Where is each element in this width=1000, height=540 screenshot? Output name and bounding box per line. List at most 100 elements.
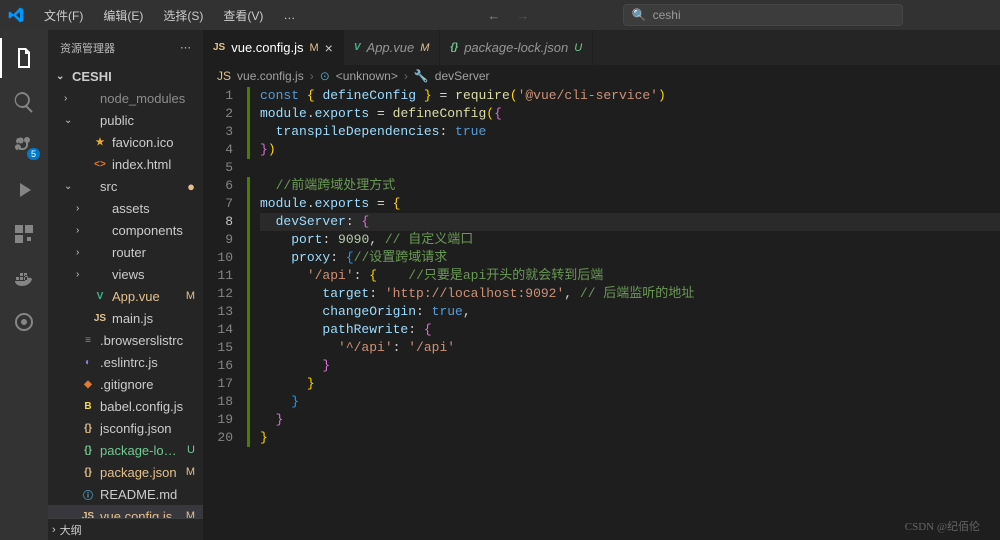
scm-badge: 5 [27,148,40,160]
sidebar-header: 资源管理器 ⋯ [48,30,203,65]
file-icon: ≡ [80,335,96,346]
file-item[interactable]: {}jsconfig.json [48,417,203,439]
workspace-root[interactable]: ⌄ CESHI [48,65,203,87]
chevron-right-icon: › [404,69,408,83]
breadcrumb[interactable]: JS vue.config.js › ⊙ <unknown> › 🔧 devSe… [203,65,1000,87]
file-icon: JS [92,313,108,324]
chevron-down-icon: ⌄ [56,71,68,82]
file-tree: ›node_modules⌄public★favicon.ico<>index.… [48,87,203,518]
chevron-icon: ⌄ [64,181,76,192]
js-file-icon: JS [217,69,231,83]
activity-copilot[interactable] [0,302,48,342]
editor-tab[interactable]: JS vue.config.js M × [203,30,344,65]
file-item[interactable]: ◆.gitignore [48,373,203,395]
modified-dot-icon: ● [187,179,203,194]
vscode-logo-icon [8,7,24,23]
copilot-icon [12,310,36,334]
docker-icon [12,266,36,290]
file-item[interactable]: JSvue.config.jsM [48,505,203,518]
menu-edit[interactable]: 编辑(E) [95,3,151,28]
file-item[interactable]: Bbabel.config.js [48,395,203,417]
activity-bar: 5 [0,30,48,540]
command-center[interactable]: 🔍 ceshi [623,4,903,26]
git-status: M [186,466,203,478]
search-icon: 🔍 [632,8,647,22]
file-item[interactable]: ⓘREADME.md [48,483,203,505]
editor: JS vue.config.js M ×V App.vue M {} packa… [203,30,1000,540]
file-type-icon: V [354,42,361,53]
file-icon: <> [92,159,108,170]
activity-scm[interactable]: 5 [0,126,48,166]
file-item[interactable]: {}package-lock.jsonU [48,439,203,461]
activity-docker[interactable] [0,258,48,298]
chevron-icon: › [64,93,76,104]
titlebar: 文件(F) 编辑(E) 选择(S) 查看(V) … ← → 🔍 ceshi [0,0,1000,30]
nav-back-icon[interactable]: ← [487,8,500,23]
menu-view[interactable]: 查看(V) [215,3,271,28]
search-icon [12,90,36,114]
activity-debug[interactable] [0,170,48,210]
editor-tab[interactable]: V App.vue M [344,30,441,65]
git-status: M [186,510,203,518]
code-content[interactable]: const { defineConfig } = require('@vue/c… [250,87,1000,540]
file-icon: ★ [92,137,108,148]
chevron-icon: › [76,203,88,214]
folder-item[interactable]: ⌄src● [48,175,203,197]
folder-item[interactable]: ›assets [48,197,203,219]
sidebar: 资源管理器 ⋯ ⌄ CESHI ›node_modules⌄public★fav… [48,30,203,540]
activity-explorer[interactable] [0,38,48,78]
file-type-icon: JS [213,42,225,53]
file-item[interactable]: ◐.eslintrc.js [48,351,203,373]
git-status: U [574,42,582,54]
git-status: M [186,290,203,302]
symbol-icon: ⊙ [320,69,330,83]
file-item[interactable]: JSmain.js [48,307,203,329]
editor-tabs: JS vue.config.js M ×V App.vue M {} packa… [203,30,1000,65]
outline-section[interactable]: › 大纲 [48,518,203,540]
file-item[interactable]: ≡.browserslistrc [48,329,203,351]
close-icon[interactable]: × [325,40,333,56]
chevron-icon: › [76,225,88,236]
file-icon: ⓘ [80,487,96,502]
search-text: ceshi [653,8,681,22]
menu-select[interactable]: 选择(S) [155,3,211,28]
watermark: CSDN @纪佰伦 [905,518,980,534]
folder-item[interactable]: ›node_modules [48,87,203,109]
file-icon: ◐ [80,357,96,368]
git-status: U [187,444,203,456]
line-numbers: 1234567891011121314151617181920 [203,87,247,540]
file-item[interactable]: ★favicon.ico [48,131,203,153]
code-editor[interactable]: 1234567891011121314151617181920 const { … [203,87,1000,540]
extensions-icon [12,222,36,246]
folder-item[interactable]: ›components [48,219,203,241]
explorer-title: 资源管理器 [60,40,115,56]
git-status: M [310,42,319,54]
more-actions-icon[interactable]: ⋯ [180,41,191,54]
folder-item[interactable]: ›router [48,241,203,263]
file-icon: B [80,401,96,412]
activity-extensions[interactable] [0,214,48,254]
menu-more[interactable]: … [275,4,303,26]
file-item[interactable]: <>index.html [48,153,203,175]
editor-tab[interactable]: {} package-lock.json U [440,30,593,65]
nav-forward-icon[interactable]: → [516,8,529,23]
chevron-right-icon: › [310,69,314,83]
files-icon [12,46,36,70]
folder-item[interactable]: ›views [48,263,203,285]
file-type-icon: {} [450,42,458,53]
git-status: M [420,42,429,54]
file-icon: ◆ [80,379,96,390]
activity-search[interactable] [0,82,48,122]
folder-item[interactable]: ⌄public [48,109,203,131]
chevron-icon: › [76,269,88,280]
file-item[interactable]: VApp.vueM [48,285,203,307]
file-icon: {} [80,467,96,478]
file-item[interactable]: {}package.jsonM [48,461,203,483]
menu-file[interactable]: 文件(F) [36,3,91,28]
file-icon: V [92,291,108,302]
wrench-icon: 🔧 [414,69,429,83]
file-icon: {} [80,423,96,434]
file-icon: {} [80,445,96,456]
file-icon: JS [80,511,96,519]
debug-icon [12,178,36,202]
